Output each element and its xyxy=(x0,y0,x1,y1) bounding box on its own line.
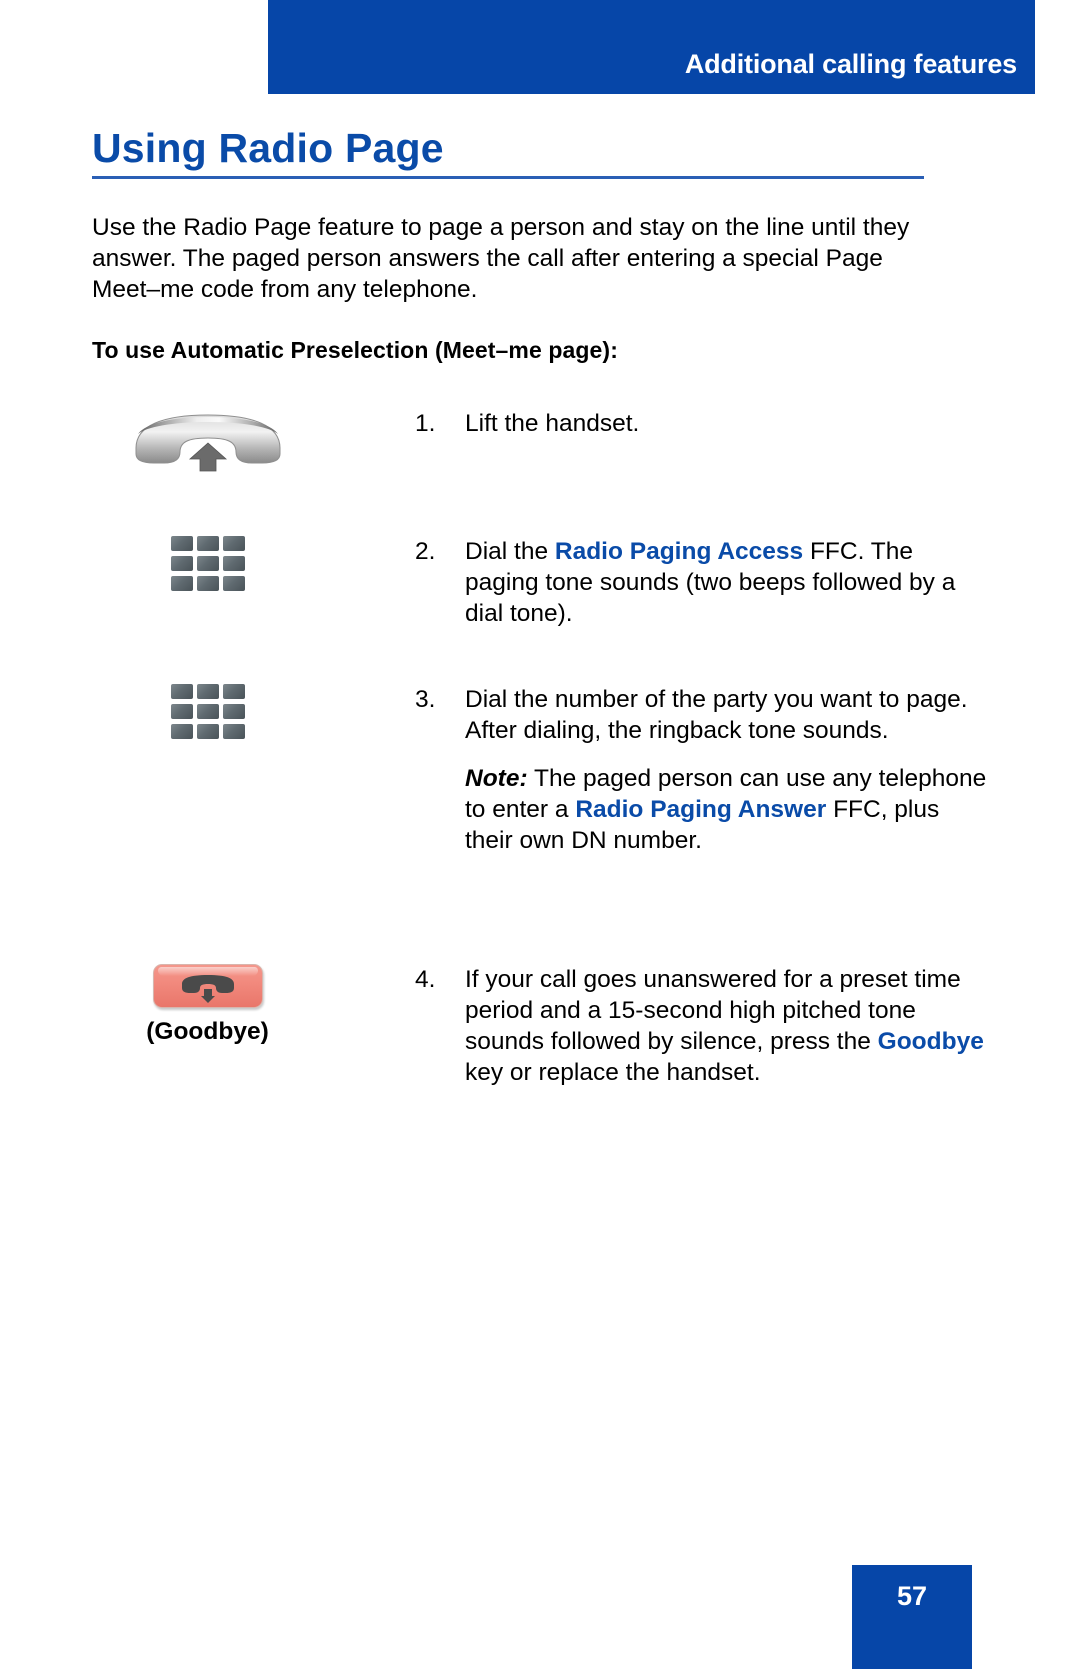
step-note: Note: The paged person can use any telep… xyxy=(465,763,988,856)
header-section-title: Additional calling features xyxy=(684,49,1017,79)
dialpad-key xyxy=(170,556,193,571)
dialpad-key xyxy=(222,576,245,591)
dialpad-key xyxy=(196,684,219,699)
step-icon-cell xyxy=(0,408,415,477)
step-text: Dial the Radio Paging Access FFC. The pa… xyxy=(465,514,1080,629)
dialpad-icon xyxy=(170,684,245,756)
dialpad-key xyxy=(222,704,245,719)
step-item: 2. Dial the Radio Paging Access FFC. The… xyxy=(0,514,1080,662)
step-number: 4. xyxy=(415,966,436,993)
feature-name-highlight: Goodbye xyxy=(877,1028,984,1055)
note-label: Note: xyxy=(465,765,528,792)
dialpad-key xyxy=(196,704,219,719)
step-text: Dial the number of the party you want to… xyxy=(465,662,1080,856)
procedure-steps-list: 1. Lift the handset. 2. Dial the Radio P… xyxy=(0,408,1080,1114)
handset-lift-icon xyxy=(132,412,284,464)
dialpad-key xyxy=(170,576,193,591)
dialpad-key xyxy=(170,704,193,719)
footer-page-number-box: 57 xyxy=(852,1565,972,1669)
dialpad-key xyxy=(170,684,193,699)
goodbye-key-label: (Goodbye) xyxy=(146,1018,269,1045)
dialpad-icon xyxy=(170,536,245,608)
step-item: (Goodbye) 4. If your call goes unanswere… xyxy=(0,934,1080,1114)
page-header-band: Additional calling features xyxy=(268,0,1035,94)
step-number: 3. xyxy=(415,686,436,713)
dialpad-key xyxy=(196,536,219,551)
page-title: Using Radio Page xyxy=(92,125,444,171)
step-number: 2. xyxy=(415,538,436,565)
dialpad-key xyxy=(170,536,193,551)
dialpad-key xyxy=(222,556,245,571)
step-item: 1. Lift the handset. xyxy=(0,408,1080,514)
step-icon-cell xyxy=(0,514,415,608)
dialpad-key xyxy=(170,724,193,739)
dialpad-key xyxy=(196,556,219,571)
goodbye-key-icon[interactable] xyxy=(152,964,263,1008)
goodbye-key-group: (Goodbye) xyxy=(146,964,269,1046)
dialpad-key xyxy=(222,536,245,551)
dialpad-key xyxy=(222,684,245,699)
step-icon-cell: (Goodbye) xyxy=(0,934,415,1046)
dialpad-key xyxy=(196,724,219,739)
step-number: 1. xyxy=(415,410,436,437)
page-number: 57 xyxy=(896,1581,928,1611)
dialpad-key xyxy=(222,724,245,739)
step-text-segment: Dial the xyxy=(465,538,555,565)
feature-name-highlight: Radio Paging Answer xyxy=(575,796,827,823)
step-text: Lift the handset. xyxy=(465,408,1080,439)
step-text-segment: Lift the handset. xyxy=(465,410,640,437)
procedure-subheading: To use Automatic Preselection (Meet–me p… xyxy=(92,337,618,363)
feature-name-highlight: Radio Paging Access xyxy=(554,538,804,565)
intro-paragraph: Use the Radio Page feature to page a per… xyxy=(92,214,910,303)
step-icon-cell xyxy=(0,662,415,756)
step-item: 3. Dial the number of the party you want… xyxy=(0,662,1080,934)
title-underline-rule xyxy=(92,176,924,179)
step-text: If your call goes unanswered for a prese… xyxy=(465,934,1080,1088)
dialpad-key xyxy=(196,576,219,591)
step-text-segment: Dial the number of the party you want to… xyxy=(465,686,968,744)
step-text-segment: key or replace the handset. xyxy=(465,1059,761,1086)
